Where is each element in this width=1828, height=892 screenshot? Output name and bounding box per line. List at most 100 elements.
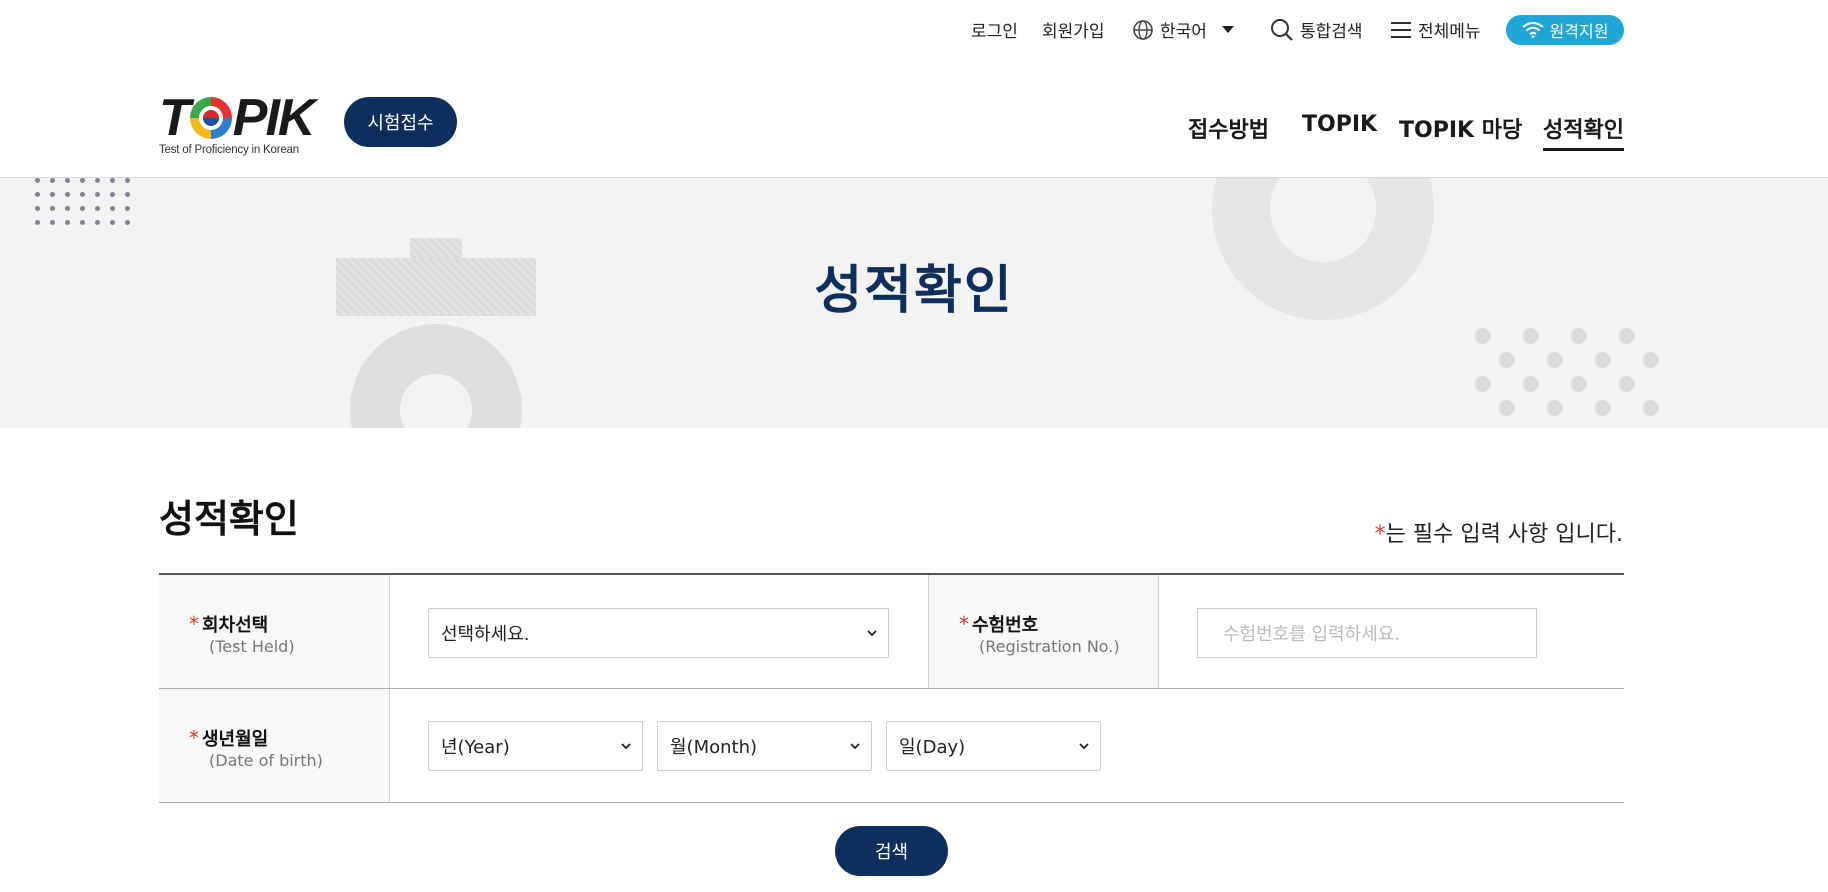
decor-dot	[95, 178, 100, 183]
decor-dot	[1523, 400, 1539, 416]
search-icon	[1271, 18, 1293, 41]
birth-month-select[interactable]: 월(Month)	[657, 721, 872, 771]
decor-dot	[80, 206, 85, 211]
decor-dot	[80, 220, 85, 225]
birth-label: 생년월일	[202, 729, 269, 750]
decor-dot	[1595, 376, 1611, 392]
test-held-sublabel: (Test Held)	[209, 637, 295, 656]
decor-dot	[125, 206, 130, 211]
decor-dot	[50, 220, 55, 225]
decor-dot	[125, 220, 130, 225]
decor-dot	[35, 192, 40, 197]
decor-dot-grid-large	[1475, 328, 1659, 416]
all-menu-label: 전체메뉴	[1418, 22, 1481, 42]
decor-dot	[110, 206, 115, 211]
decor-dot	[80, 192, 85, 197]
required-mark: *	[189, 612, 199, 636]
decor-dot	[1619, 328, 1635, 344]
hamburger-icon	[1391, 21, 1411, 38]
decor-dot	[35, 220, 40, 225]
decor-dot	[1619, 376, 1635, 392]
birth-day-select[interactable]: 일(Day)	[886, 721, 1101, 771]
caret-down-icon	[1221, 25, 1234, 33]
decor-dot	[80, 178, 85, 183]
language-selector[interactable]: 한국어	[1132, 17, 1235, 42]
signup-link[interactable]: 회원가입	[1042, 17, 1105, 42]
registration-no-header: * 수험번호 (Registration No.)	[928, 575, 1159, 688]
birth-month-value: 월(Month)	[670, 737, 758, 758]
remote-support-button[interactable]: 원격지원	[1506, 15, 1624, 45]
chevron-down-icon	[1079, 743, 1089, 750]
decor-dot	[35, 206, 40, 211]
birth-sublabel: (Date of birth)	[209, 751, 323, 770]
required-mark: *	[959, 612, 969, 636]
decor-dot	[95, 206, 100, 211]
test-held-value: 선택하세요.	[441, 624, 530, 645]
decor-dot	[1523, 328, 1539, 344]
logo-wordmark: T PIK	[159, 89, 315, 147]
wifi-icon	[1521, 22, 1544, 38]
integrated-search-link[interactable]: 통합검색	[1270, 17, 1363, 42]
search-button[interactable]: 검색	[835, 826, 948, 876]
decor-dot	[95, 192, 100, 197]
nav-item-topik-madang[interactable]: TOPIK 마당	[1399, 112, 1522, 148]
utility-bar: 로그인 회원가입 한국어 통합검색 전체메뉴 원격지원	[0, 0, 1828, 60]
login-label: 로그인	[971, 22, 1018, 42]
birth-year-value: 년(Year)	[441, 737, 510, 758]
decor-dot	[65, 192, 70, 197]
required-note-text: 는 필수 입력 사항 입니다.	[1385, 522, 1623, 547]
decor-dot	[1523, 352, 1539, 368]
decor-dot	[1595, 400, 1611, 416]
birth-day-value: 일(Day)	[899, 737, 966, 758]
form-row-test-registration: * 회차선택 (Test Held) 선택하세요. * 수험번호 (Registra…	[159, 575, 1624, 689]
test-held-select[interactable]: 선택하세요.	[428, 608, 889, 658]
banner-title: 성적확인	[814, 261, 1014, 321]
nav-item-score-check[interactable]: 성적확인	[1543, 112, 1624, 151]
birth-header: * 생년월일 (Date of birth)	[159, 689, 390, 802]
required-note: *는 필수 입력 사항 입니다.	[1375, 516, 1623, 548]
decor-dot	[110, 178, 115, 183]
all-menu-button[interactable]: 전체메뉴	[1390, 17, 1481, 42]
registration-no-placeholder: 수험번호를 입력하세요.	[1223, 624, 1401, 645]
decor-dot	[1547, 328, 1563, 344]
decor-dot-grid-small	[35, 178, 130, 225]
score-search-form: * 회차선택 (Test Held) 선택하세요. * 수험번호 (Registra…	[159, 573, 1624, 803]
decor-dot	[1547, 352, 1563, 368]
nav-item-how-to-apply[interactable]: 접수방법	[1188, 112, 1269, 148]
page-banner: 성적확인	[0, 178, 1828, 428]
decor-dot	[1571, 400, 1587, 416]
search-label: 통합검색	[1300, 22, 1363, 42]
test-held-header: * 회차선택 (Test Held)	[159, 575, 390, 688]
decor-dot	[1475, 328, 1491, 344]
required-mark: *	[1374, 522, 1386, 547]
remote-support-label: 원격지원	[1549, 22, 1609, 41]
decor-dot	[1619, 352, 1635, 368]
birth-year-select[interactable]: 년(Year)	[428, 721, 643, 771]
site-header: T PIK Test of Proficiency in Korean 시험접수 …	[0, 60, 1828, 178]
registration-no-input[interactable]: 수험번호를 입력하세요.	[1197, 608, 1537, 658]
decor-dot	[1643, 328, 1659, 344]
login-link[interactable]: 로그인	[971, 17, 1018, 42]
decor-dot	[1595, 352, 1611, 368]
decor-dot	[1595, 328, 1611, 344]
decor-dot	[65, 220, 70, 225]
globe-icon	[1133, 19, 1153, 40]
signup-label: 회원가입	[1042, 22, 1105, 42]
page-title: 성적확인	[159, 488, 299, 543]
decor-dot	[110, 220, 115, 225]
logo-subtitle: Test of Proficiency in Korean	[159, 144, 299, 156]
topik-logo[interactable]: T PIK Test of Proficiency in Korean	[159, 90, 319, 160]
required-mark: *	[189, 726, 199, 750]
language-label: 한국어	[1160, 22, 1207, 42]
decor-dot	[1619, 400, 1635, 416]
decor-dot	[65, 178, 70, 183]
nav-item-topik[interactable]: TOPIK	[1302, 112, 1377, 141]
decor-dot	[1499, 376, 1515, 392]
decor-dot	[1547, 376, 1563, 392]
decor-dot	[50, 206, 55, 211]
apply-exam-button[interactable]: 시험접수	[344, 97, 457, 147]
registration-no-label: 수험번호	[972, 615, 1039, 636]
decor-dot	[1499, 352, 1515, 368]
decor-dot	[1643, 376, 1659, 392]
decor-dot	[1523, 376, 1539, 392]
